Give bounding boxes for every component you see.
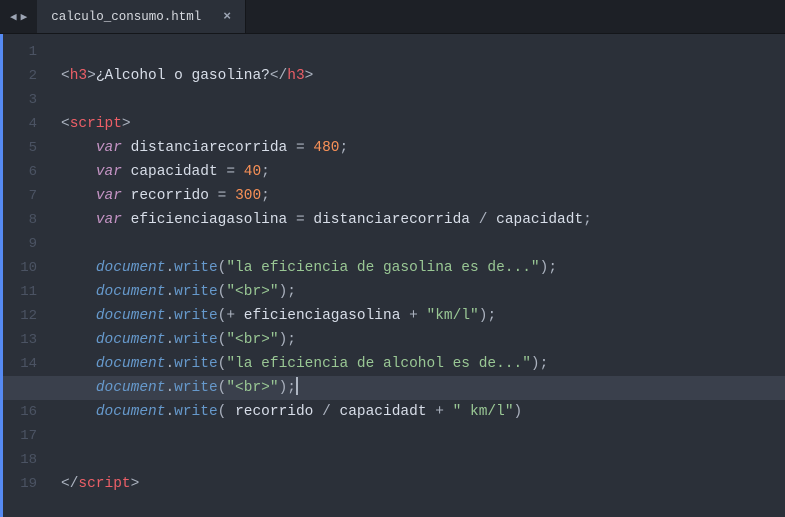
text-cursor [296, 377, 298, 395]
line-number: 19 [3, 472, 37, 496]
code-line-current: document.write("<br>"); [61, 376, 785, 400]
line-number: 10 [3, 256, 37, 280]
code-line [61, 40, 785, 64]
line-number: 3 [3, 88, 37, 112]
code-line: document.write("<br>"); [61, 280, 785, 304]
nav-arrows: ◀ ▶ [0, 0, 37, 33]
code-line [61, 448, 785, 472]
nav-back-icon[interactable]: ◀ [8, 10, 19, 24]
close-icon[interactable]: × [223, 9, 231, 24]
code-line: var eficienciagasolina = distanciarecorr… [61, 208, 785, 232]
code-line: var recorrido = 300; [61, 184, 785, 208]
code-line: <script> [61, 112, 785, 136]
code-line: var capacidadt = 40; [61, 160, 785, 184]
code-line: document.write("la eficiencia de alcohol… [61, 352, 785, 376]
line-number: 12 [3, 304, 37, 328]
line-number: 8 [3, 208, 37, 232]
line-number: 7 [3, 184, 37, 208]
code-line: </script> [61, 472, 785, 496]
code-line [61, 88, 785, 112]
line-number: 14 [3, 352, 37, 376]
line-number: 17 [3, 424, 37, 448]
line-number: 18 [3, 448, 37, 472]
code-line: document.write("la eficiencia de gasolin… [61, 256, 785, 280]
tab-bar: ◀ ▶ calculo_consumo.html × [0, 0, 785, 34]
code-line: <h3>¿Alcohol o gasolina?</h3> [61, 64, 785, 88]
line-number: 1 [3, 40, 37, 64]
code-line: var distanciarecorrida = 480; [61, 136, 785, 160]
line-number: 16 [3, 400, 37, 424]
tab-active[interactable]: calculo_consumo.html × [37, 0, 246, 33]
code-line: document.write(+ eficienciagasolina + "k… [61, 304, 785, 328]
line-number: 13 [3, 328, 37, 352]
code-line [61, 424, 785, 448]
line-number: 9 [3, 232, 37, 256]
line-number: 6 [3, 160, 37, 184]
code-line: document.write( recorrido / capacidadt +… [61, 400, 785, 424]
nav-forward-icon[interactable]: ▶ [19, 10, 30, 24]
line-number: 11 [3, 280, 37, 304]
line-number: 5 [3, 136, 37, 160]
editor: 1 2 3 4 5 6 7 8 9 10 11 12 13 14 15 16 1… [0, 34, 785, 517]
gutter: 1 2 3 4 5 6 7 8 9 10 11 12 13 14 15 16 1… [3, 34, 51, 517]
code-line [61, 232, 785, 256]
tab-title: calculo_consumo.html [51, 10, 201, 24]
code-area[interactable]: <h3>¿Alcohol o gasolina?</h3> <script> v… [51, 34, 785, 517]
line-number: 4 [3, 112, 37, 136]
line-number: 2 [3, 64, 37, 88]
code-line: document.write("<br>"); [61, 328, 785, 352]
